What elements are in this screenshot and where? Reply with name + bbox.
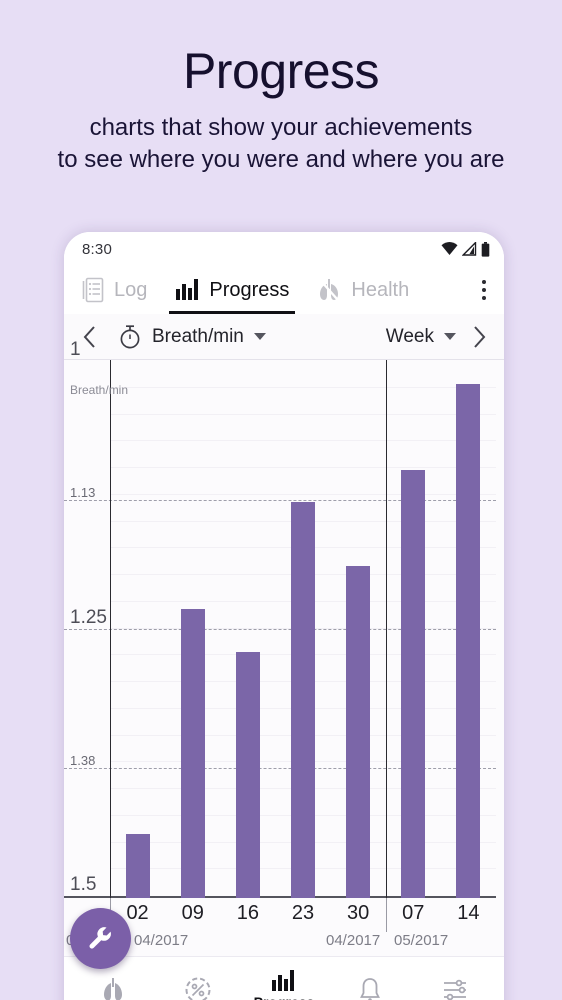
- chart-plot-area: [64, 360, 496, 898]
- battery-icon: [481, 241, 490, 257]
- chart-bar[interactable]: [125, 833, 150, 898]
- y-axis-tick-label: 1.25: [70, 606, 107, 628]
- status-time: 8:30: [82, 240, 112, 258]
- promo-subtitle-line-2: to see where you were and where you are: [57, 145, 505, 173]
- gridline: [64, 628, 496, 630]
- x-axis-month-label: 04/2017: [326, 932, 381, 949]
- x-axis-tick-label: 23: [291, 902, 315, 924]
- minor-gridline: [110, 440, 496, 442]
- minor-gridline: [110, 467, 496, 468]
- tab-health-label: Health: [351, 278, 410, 301]
- percent-circle-icon: [185, 977, 211, 1000]
- x-axis-tick-label: 07: [402, 902, 425, 924]
- bar-chart-icon: [271, 969, 294, 991]
- x-axis-month-label: 04/2017: [134, 932, 189, 949]
- log-list-icon: [82, 277, 104, 303]
- x-axis-month-label: 05/2017: [394, 932, 449, 949]
- metric-dropdown[interactable]: Breath/min: [118, 324, 266, 350]
- x-axis-tick-label: 09: [181, 902, 204, 924]
- status-icons: [441, 241, 490, 257]
- bar-chart-icon: [176, 279, 199, 300]
- bottom-nav-bar[interactable]: Progress: [64, 956, 504, 1000]
- chart-filter-bar[interactable]: Breath/min Week: [64, 314, 504, 360]
- gridline: [64, 767, 496, 769]
- chart-bar[interactable]: [456, 384, 481, 898]
- y-axis-unit-label: Breath/min: [70, 383, 129, 397]
- month-separator: [385, 360, 387, 898]
- nav-item-settings[interactable]: [420, 957, 490, 1000]
- wifi-icon: [441, 242, 458, 255]
- tab-log-label: Log: [114, 278, 148, 301]
- promo-subtitle-line-1: charts that show your achievements: [89, 114, 473, 141]
- chart-bar[interactable]: [401, 470, 426, 898]
- nav-item-percent[interactable]: [163, 957, 233, 1000]
- minor-gridline: [110, 493, 496, 495]
- top-tab-bar[interactable]: Log Progress Health: [64, 266, 504, 314]
- promo-page: Progress charts that show your achieveme…: [0, 0, 562, 1000]
- x-axis-tick-label: 16: [236, 902, 259, 924]
- tab-progress-label: Progress: [209, 278, 290, 301]
- minor-gridline: [110, 413, 496, 415]
- metric-value: Breath/min: [152, 325, 244, 347]
- period-dropdown[interactable]: Week: [386, 326, 456, 348]
- stopwatch-icon: [120, 324, 140, 348]
- chart-bar[interactable]: [291, 502, 315, 898]
- chart-bar[interactable]: [346, 566, 371, 898]
- gridline: [64, 500, 496, 502]
- month-separator: [110, 360, 111, 898]
- nav-item-progress[interactable]: Progress: [249, 957, 319, 1000]
- nav-item-progress-label: Progress: [254, 994, 315, 1000]
- tab-log[interactable]: Log: [76, 266, 153, 314]
- period-value: Week: [385, 325, 434, 347]
- month-separator: [385, 898, 387, 932]
- tab-health[interactable]: Health: [311, 266, 415, 314]
- minor-gridline: [110, 386, 496, 388]
- chevron-right-icon: [473, 325, 485, 348]
- x-axis-tick-label: 14: [457, 902, 480, 924]
- tab-progress[interactable]: Progress: [169, 266, 296, 314]
- lungs-icon: [103, 977, 122, 1000]
- status-bar: 8:30: [64, 232, 504, 266]
- y-axis-tick-label: 1.13: [70, 485, 96, 501]
- chevron-left-icon: [83, 325, 95, 348]
- x-axis-tick-label: 30: [347, 902, 370, 924]
- progress-bar-chart[interactable]: 1 1.13 1.25 1.38 1.5 Breath/min: [64, 339, 504, 898]
- signal-icon: [462, 242, 477, 256]
- chevron-down-icon: [444, 333, 456, 340]
- nav-item-notifications[interactable]: [335, 957, 405, 1000]
- y-axis-tick-label: 1.5: [70, 874, 97, 895]
- y-axis-tick-label: 1: [70, 339, 81, 360]
- y-axis-tick-label: 1.38: [70, 752, 96, 768]
- lungs-health-icon: [320, 279, 339, 300]
- promo-subtitle: charts that show your achievements to se…: [0, 96, 562, 175]
- more-options-icon[interactable]: [464, 266, 504, 314]
- chart-bar[interactable]: [180, 609, 205, 898]
- page-title: Progress: [182, 43, 380, 99]
- sliders-settings-icon: [444, 979, 467, 1000]
- next-period-button[interactable]: [462, 317, 496, 357]
- settings-fab-button[interactable]: [70, 908, 131, 969]
- phone-mockup: 8:30 Log Progress Health Breath/min Week…: [64, 232, 504, 1000]
- chevron-down-icon: [253, 333, 266, 340]
- promo-header: Progress charts that show your achieveme…: [0, 0, 562, 175]
- chart-bar[interactable]: [235, 651, 260, 898]
- wrench-icon: [89, 927, 111, 949]
- bell-icon: [359, 977, 380, 1000]
- x-axis-labels: 020916233007140304/201704/201705/2017: [64, 898, 504, 960]
